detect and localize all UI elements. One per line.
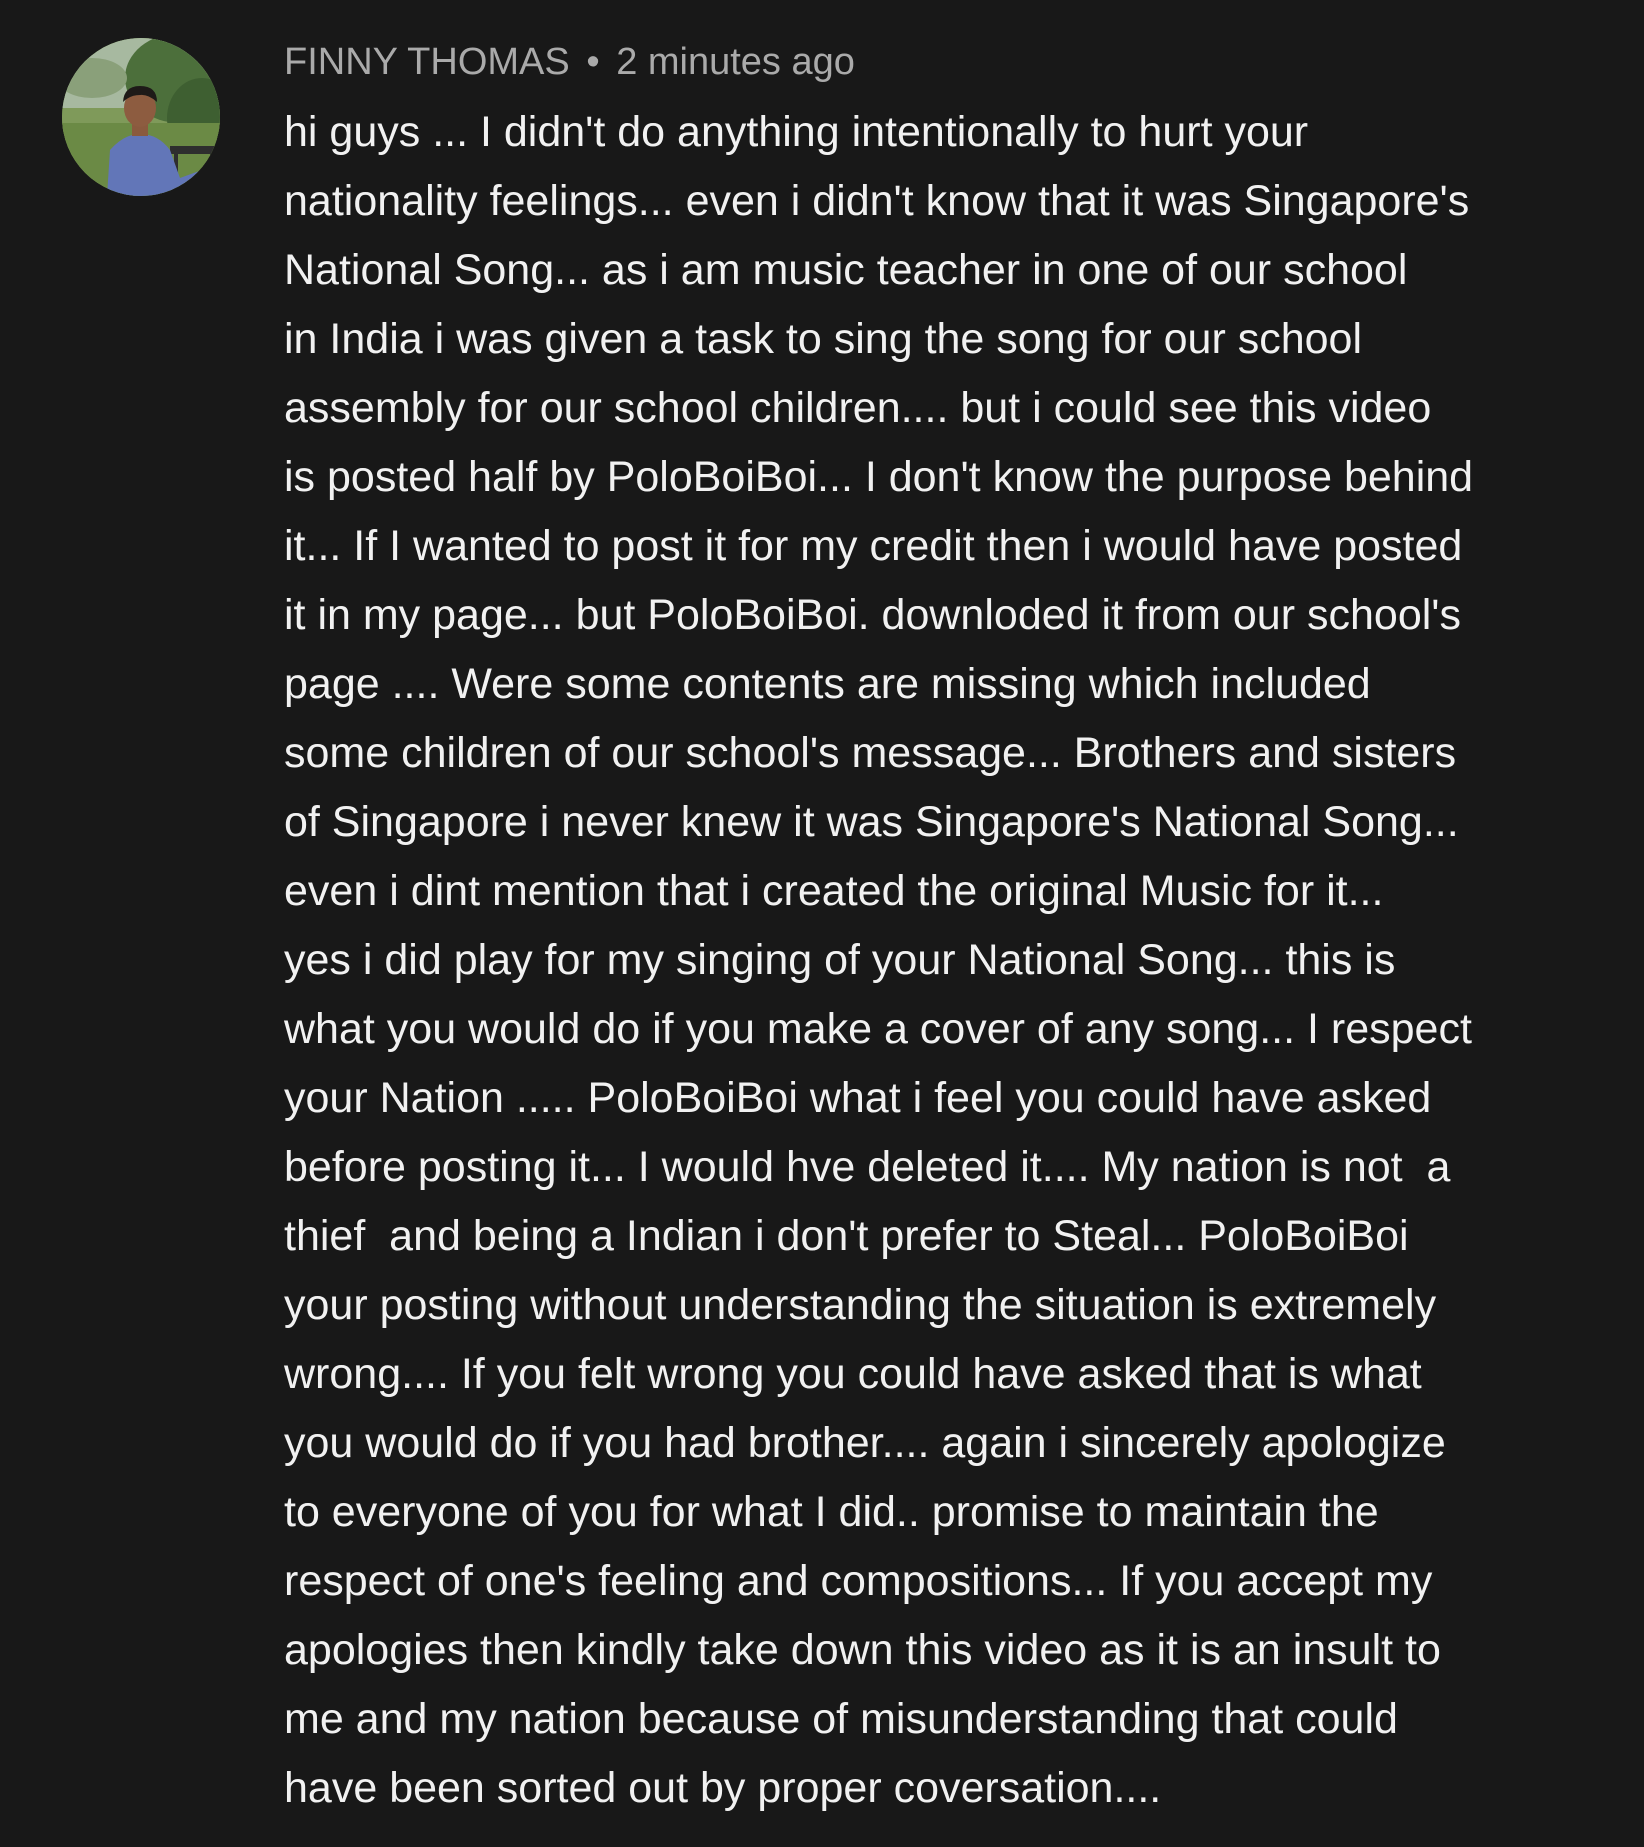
comment-text-line: me and my nation because of misunderstan… [284, 1695, 1398, 1743]
comment-text-line: what you would do if you make a cover of… [284, 1005, 1472, 1053]
comment-text-line: before posting it... I would hve deleted… [284, 1143, 1451, 1191]
author-name[interactable]: FINNY THOMAS [284, 41, 570, 83]
comment-text-line: is posted half by PoloBoiBoi... I don't … [284, 453, 1474, 501]
comment-header: FINNY THOMAS • 2 minutes ago [284, 36, 1614, 88]
comment-text-line: hi guys ... I didn't do anything intenti… [284, 108, 1309, 156]
comment-text-line: apologies then kindly take down this vid… [284, 1626, 1441, 1674]
comment-text-line: nationality feelings... even i didn't kn… [284, 177, 1470, 225]
comment-body: FINNY THOMAS • 2 minutes ago hi guys ...… [284, 36, 1614, 1823]
comment-text-line: your posting without understanding the s… [284, 1281, 1437, 1329]
comment-text-line: National Song... as i am music teacher i… [284, 246, 1408, 294]
comment-text-line: you would do if you had brother.... agai… [284, 1419, 1446, 1467]
header-separator: • [586, 41, 600, 83]
comment-text-line: your Nation ..... PoloBoiBoi what i feel… [284, 1074, 1432, 1122]
comment-text-line: even i dint mention that i created the o… [284, 867, 1384, 915]
comment-text-line: of Singapore i never knew it was Singapo… [284, 798, 1459, 846]
comment-text-line: in India i was given a task to sing the … [284, 315, 1363, 363]
comment-text-line: respect of one's feeling and composition… [284, 1557, 1433, 1605]
comment-text-line: yes i did play for my singing of your Na… [284, 936, 1396, 984]
comment-text-line: some children of our school's message...… [284, 729, 1457, 777]
comment-thread-item: FINNY THOMAS • 2 minutes ago hi guys ...… [0, 0, 1644, 1847]
comment-text-line: it... If I wanted to post it for my cred… [284, 522, 1463, 570]
comment-text-line: wrong.... If you felt wrong you could ha… [284, 1350, 1422, 1398]
comment-text-line: it in my page... but PoloBoiBoi. downlod… [284, 591, 1461, 639]
comment-text: hi guys ... I didn't do anything intenti… [284, 98, 1614, 1823]
user-avatar-icon[interactable] [62, 38, 220, 196]
comment-text-line: thief and being a Indian i don't prefer … [284, 1212, 1409, 1260]
comment-text-line: have been sorted out by proper coversati… [284, 1764, 1162, 1812]
comment-text-line: to everyone of you for what I did.. prom… [284, 1488, 1379, 1536]
comment-text-line: assembly for our school children.... but… [284, 384, 1432, 432]
comment-text-line: page .... Were some contents are missing… [284, 660, 1371, 708]
comment-timestamp[interactable]: 2 minutes ago [616, 41, 855, 83]
